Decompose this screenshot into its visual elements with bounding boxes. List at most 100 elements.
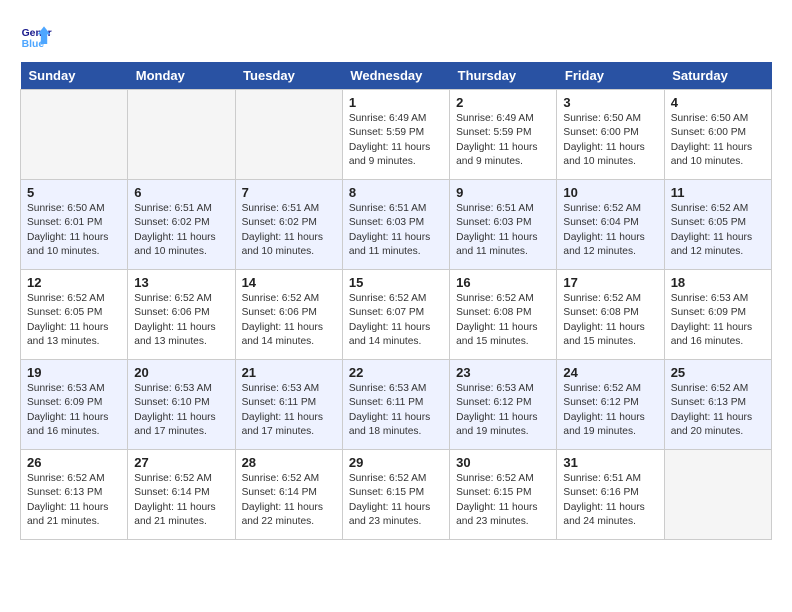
cell-info: Sunrise: 6:53 AM Sunset: 6:09 PM Dayligh…: [671, 292, 765, 349]
cell-info: Sunrise: 6:50 AM Sunset: 6:00 PM Dayligh…: [563, 112, 657, 169]
cal-cell-10: 10 Sunrise: 6:52 AM Sunset: 6:04 PM Dayli…: [557, 180, 664, 270]
cal-cell-1: 1 Sunrise: 6:49 AM Sunset: 5:59 PM Daylig…: [342, 90, 449, 180]
cal-cell-13: 13 Sunrise: 6:52 AM Sunset: 6:06 PM Dayli…: [128, 270, 235, 360]
cell-info: Sunrise: 6:52 AM Sunset: 6:12 PM Dayligh…: [563, 382, 657, 439]
week-row-1: 1 Sunrise: 6:49 AM Sunset: 5:59 PM Daylig…: [21, 90, 772, 180]
day-number: 9: [456, 185, 550, 200]
cal-cell-empty-2: [235, 90, 342, 180]
cal-cell-21: 21 Sunrise: 6:53 AM Sunset: 6:11 PM Dayli…: [235, 360, 342, 450]
day-header-tuesday: Tuesday: [235, 62, 342, 90]
day-number: 8: [349, 185, 443, 200]
day-number: 28: [242, 455, 336, 470]
cell-info: Sunrise: 6:53 AM Sunset: 6:10 PM Dayligh…: [134, 382, 228, 439]
day-number: 10: [563, 185, 657, 200]
day-number: 27: [134, 455, 228, 470]
cal-cell-8: 8 Sunrise: 6:51 AM Sunset: 6:03 PM Daylig…: [342, 180, 449, 270]
cal-cell-empty-1: [128, 90, 235, 180]
day-number: 25: [671, 365, 765, 380]
cal-cell-29: 29 Sunrise: 6:52 AM Sunset: 6:15 PM Dayli…: [342, 450, 449, 540]
cal-cell-15: 15 Sunrise: 6:52 AM Sunset: 6:07 PM Dayli…: [342, 270, 449, 360]
cal-cell-11: 11 Sunrise: 6:52 AM Sunset: 6:05 PM Dayli…: [664, 180, 771, 270]
day-number: 26: [27, 455, 121, 470]
cell-info: Sunrise: 6:50 AM Sunset: 6:01 PM Dayligh…: [27, 202, 121, 259]
cal-cell-19: 19 Sunrise: 6:53 AM Sunset: 6:09 PM Dayli…: [21, 360, 128, 450]
cell-info: Sunrise: 6:52 AM Sunset: 6:15 PM Dayligh…: [349, 472, 443, 529]
cell-info: Sunrise: 6:52 AM Sunset: 6:13 PM Dayligh…: [27, 472, 121, 529]
cell-info: Sunrise: 6:52 AM Sunset: 6:05 PM Dayligh…: [671, 202, 765, 259]
cal-cell-31: 31 Sunrise: 6:51 AM Sunset: 6:16 PM Dayli…: [557, 450, 664, 540]
week-row-2: 5Sunrise: 6:50 AM Sunset: 6:01 PM Daylig…: [21, 180, 772, 270]
cal-cell-9: 9 Sunrise: 6:51 AM Sunset: 6:03 PM Daylig…: [450, 180, 557, 270]
cell-info: Sunrise: 6:53 AM Sunset: 6:11 PM Dayligh…: [242, 382, 336, 439]
cal-cell-5: 5Sunrise: 6:50 AM Sunset: 6:01 PM Daylig…: [21, 180, 128, 270]
cell-info: Sunrise: 6:51 AM Sunset: 6:02 PM Dayligh…: [134, 202, 228, 259]
day-number: 19: [27, 365, 121, 380]
cal-cell-30: 30Sunrise: 6:52 AM Sunset: 6:15 PM Dayli…: [450, 450, 557, 540]
week-row-3: 12 Sunrise: 6:52 AM Sunset: 6:05 PM Dayli…: [21, 270, 772, 360]
day-number: 18: [671, 275, 765, 290]
logo-icon: General Blue: [20, 20, 52, 52]
day-header-wednesday: Wednesday: [342, 62, 449, 90]
cell-info: Sunrise: 6:52 AM Sunset: 6:08 PM Dayligh…: [456, 292, 550, 349]
cal-cell-6: 6 Sunrise: 6:51 AM Sunset: 6:02 PM Daylig…: [128, 180, 235, 270]
day-number: 2: [456, 95, 550, 110]
cell-info: Sunrise: 6:52 AM Sunset: 6:05 PM Dayligh…: [27, 292, 121, 349]
cell-info: Sunrise: 6:49 AM Sunset: 5:59 PM Dayligh…: [456, 112, 550, 169]
cell-info: Sunrise: 6:52 AM Sunset: 6:06 PM Dayligh…: [242, 292, 336, 349]
day-number: 21: [242, 365, 336, 380]
cal-cell-16: 16Sunrise: 6:52 AM Sunset: 6:08 PM Dayli…: [450, 270, 557, 360]
day-header-saturday: Saturday: [664, 62, 771, 90]
cal-cell-14: 14 Sunrise: 6:52 AM Sunset: 6:06 PM Dayli…: [235, 270, 342, 360]
day-number: 31: [563, 455, 657, 470]
day-number: 15: [349, 275, 443, 290]
day-number: 6: [134, 185, 228, 200]
cal-cell-26: 26 Sunrise: 6:52 AM Sunset: 6:13 PM Dayli…: [21, 450, 128, 540]
day-header-sunday: Sunday: [21, 62, 128, 90]
cell-info: Sunrise: 6:52 AM Sunset: 6:04 PM Dayligh…: [563, 202, 657, 259]
logo: General Blue: [20, 20, 58, 52]
day-number: 20: [134, 365, 228, 380]
cell-info: Sunrise: 6:52 AM Sunset: 6:06 PM Dayligh…: [134, 292, 228, 349]
cell-info: Sunrise: 6:51 AM Sunset: 6:03 PM Dayligh…: [349, 202, 443, 259]
day-number: 22: [349, 365, 443, 380]
calendar-table: SundayMondayTuesdayWednesdayThursdayFrid…: [20, 62, 772, 540]
day-number: 24: [563, 365, 657, 380]
day-header-monday: Monday: [128, 62, 235, 90]
cell-info: Sunrise: 6:51 AM Sunset: 6:03 PM Dayligh…: [456, 202, 550, 259]
week-row-4: 19 Sunrise: 6:53 AM Sunset: 6:09 PM Dayli…: [21, 360, 772, 450]
day-number: 14: [242, 275, 336, 290]
day-number: 11: [671, 185, 765, 200]
cell-info: Sunrise: 6:52 AM Sunset: 6:08 PM Dayligh…: [563, 292, 657, 349]
cal-cell-empty-6: [664, 450, 771, 540]
cal-cell-7: 7Sunrise: 6:51 AM Sunset: 6:02 PM Daylig…: [235, 180, 342, 270]
day-number: 29: [349, 455, 443, 470]
cal-cell-empty-0: [21, 90, 128, 180]
cell-info: Sunrise: 6:53 AM Sunset: 6:11 PM Dayligh…: [349, 382, 443, 439]
cell-info: Sunrise: 6:52 AM Sunset: 6:14 PM Dayligh…: [134, 472, 228, 529]
cal-cell-2: 2 Sunrise: 6:49 AM Sunset: 5:59 PM Daylig…: [450, 90, 557, 180]
cal-cell-20: 20 Sunrise: 6:53 AM Sunset: 6:10 PM Dayli…: [128, 360, 235, 450]
cal-cell-28: 28 Sunrise: 6:52 AM Sunset: 6:14 PM Dayli…: [235, 450, 342, 540]
cal-cell-22: 22 Sunrise: 6:53 AM Sunset: 6:11 PM Dayli…: [342, 360, 449, 450]
day-number: 3: [563, 95, 657, 110]
day-number: 12: [27, 275, 121, 290]
cal-cell-25: 25 Sunrise: 6:52 AM Sunset: 6:13 PM Dayli…: [664, 360, 771, 450]
cal-cell-27: 27 Sunrise: 6:52 AM Sunset: 6:14 PM Dayli…: [128, 450, 235, 540]
cell-info: Sunrise: 6:53 AM Sunset: 6:09 PM Dayligh…: [27, 382, 121, 439]
day-header-friday: Friday: [557, 62, 664, 90]
day-number: 23: [456, 365, 550, 380]
cell-info: Sunrise: 6:51 AM Sunset: 6:16 PM Dayligh…: [563, 472, 657, 529]
day-header-row: SundayMondayTuesdayWednesdayThursdayFrid…: [21, 62, 772, 90]
cal-cell-17: 17Sunrise: 6:52 AM Sunset: 6:08 PM Dayli…: [557, 270, 664, 360]
header: General Blue: [20, 20, 772, 52]
day-header-thursday: Thursday: [450, 62, 557, 90]
cell-info: Sunrise: 6:52 AM Sunset: 6:07 PM Dayligh…: [349, 292, 443, 349]
cell-info: Sunrise: 6:53 AM Sunset: 6:12 PM Dayligh…: [456, 382, 550, 439]
cell-info: Sunrise: 6:49 AM Sunset: 5:59 PM Dayligh…: [349, 112, 443, 169]
cal-cell-12: 12 Sunrise: 6:52 AM Sunset: 6:05 PM Dayli…: [21, 270, 128, 360]
cell-info: Sunrise: 6:52 AM Sunset: 6:13 PM Dayligh…: [671, 382, 765, 439]
day-number: 13: [134, 275, 228, 290]
cell-info: Sunrise: 6:50 AM Sunset: 6:00 PM Dayligh…: [671, 112, 765, 169]
cell-info: Sunrise: 6:52 AM Sunset: 6:14 PM Dayligh…: [242, 472, 336, 529]
day-number: 1: [349, 95, 443, 110]
